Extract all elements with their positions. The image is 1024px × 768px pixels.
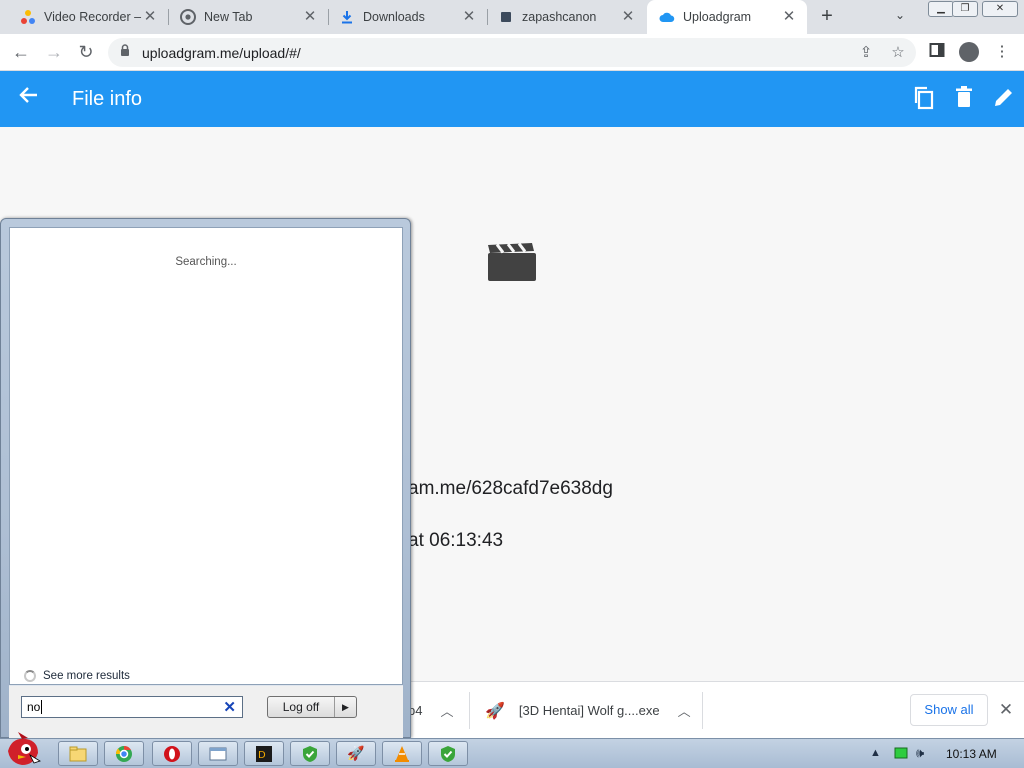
shutdown-options-arrow-icon[interactable]: ▶	[334, 697, 356, 717]
start-menu: Searching... See more results no ✕ Log o…	[0, 218, 411, 738]
page-icon	[498, 9, 514, 25]
shelf-divider	[469, 692, 470, 729]
taskbar-shield2-icon[interactable]	[428, 741, 468, 766]
address-bar[interactable]: uploadgram.me/upload/#/ ⇪ ☆	[108, 38, 916, 67]
tab-title: Uploadgram	[683, 10, 752, 24]
start-search-input[interactable]: no ✕	[21, 696, 243, 718]
reload-icon[interactable]: ↻	[74, 40, 98, 64]
svg-text:D: D	[258, 750, 266, 761]
search-results-panel: Searching... See more results	[9, 227, 403, 685]
taskbar-window-icon[interactable]	[198, 741, 238, 766]
loading-spinner-icon	[24, 670, 36, 682]
taskbar-shield-icon[interactable]	[290, 741, 330, 766]
cloud-icon	[659, 9, 675, 25]
volume-icon[interactable]: 🕪	[916, 745, 924, 761]
minimize-icon[interactable]: ▁	[928, 1, 954, 17]
rocket-file-icon: 🚀	[485, 702, 505, 720]
tab-title: zapashcanon	[522, 10, 597, 24]
see-more-label[interactable]: See more results	[43, 670, 130, 682]
restore-icon[interactable]: ❐	[952, 1, 978, 17]
search-text[interactable]: no	[27, 700, 40, 714]
tab-title: Downloads	[363, 10, 425, 24]
lock-icon[interactable]	[120, 44, 130, 60]
tab-search-chevron-icon[interactable]: ⌄	[895, 8, 905, 22]
taskbar-rocket-icon[interactable]: 🚀	[336, 741, 376, 766]
taskbar-chrome-icon[interactable]	[104, 741, 144, 766]
start-menu-bottom: no ✕ Log off ▶	[9, 686, 403, 738]
shelf-divider	[702, 692, 703, 729]
profile-avatar-icon[interactable]	[959, 42, 979, 62]
video-file-icon	[488, 242, 536, 281]
chevron-up-icon[interactable]: ︿	[440, 701, 453, 720]
url-text[interactable]: uploadgram.me/upload/#/	[142, 45, 301, 61]
menu-kebab-icon[interactable]: ⋮	[992, 42, 1012, 62]
taskbar: D 🚀 ▲ 🕪 10:13 AM	[0, 732, 1024, 768]
log-off-button[interactable]: Log off ▶	[267, 696, 357, 718]
tab-downloads[interactable]: Downloads ✕	[319, 0, 487, 34]
tab-title: New Tab	[204, 10, 253, 24]
bookmark-star-icon[interactable]: ☆	[888, 43, 908, 63]
download-icon	[339, 9, 355, 25]
page-title: File info	[72, 88, 143, 110]
share-icon[interactable]: ⇪	[856, 43, 876, 63]
edit-icon[interactable]	[991, 86, 1017, 112]
close-icon[interactable]: ✕	[461, 9, 477, 25]
network-icon[interactable]	[894, 747, 908, 762]
close-icon[interactable]: ✕	[620, 9, 636, 25]
close-icon[interactable]: ✕	[781, 9, 797, 25]
tab-new-tab[interactable]: New Tab ✕	[160, 0, 328, 34]
close-icon[interactable]: ✕	[302, 9, 318, 25]
video-recorder-icon	[20, 9, 36, 25]
taskbar-opera-icon[interactable]	[152, 741, 192, 766]
side-panel-icon[interactable]	[927, 42, 947, 62]
tab-video-recorder[interactable]: Video Recorder – ✕	[0, 0, 168, 34]
chevron-up-icon[interactable]: ︿	[678, 701, 691, 720]
log-off-label[interactable]: Log off	[268, 700, 334, 714]
show-all-button[interactable]: Show all	[910, 694, 988, 726]
searching-status: Searching...	[175, 256, 237, 268]
tab-uploadgram[interactable]: Uploadgram ✕	[647, 0, 807, 34]
back-icon[interactable]: ←	[9, 40, 33, 64]
show-hidden-icons-icon[interactable]: ▲	[870, 747, 881, 759]
tab-title: Video Recorder –	[44, 10, 142, 24]
tab-strip: Video Recorder – ✕ New Tab ✕ Downloads ✕…	[0, 0, 1024, 34]
back-arrow-icon[interactable]	[16, 85, 42, 111]
clock[interactable]: 10:13 AM	[946, 747, 997, 761]
taskbar-vlc-icon[interactable]	[382, 741, 422, 766]
close-icon[interactable]: ✕	[996, 700, 1016, 720]
delete-icon[interactable]	[951, 86, 977, 112]
download-item-name[interactable]: [3D Hentai] Wolf g....exe	[519, 703, 660, 718]
upload-date: at 06:13:43	[408, 530, 504, 551]
taskbar-dc-icon[interactable]: D	[244, 741, 284, 766]
forward-icon[interactable]: →	[42, 40, 66, 64]
download-item[interactable]: p4 ︿	[408, 682, 453, 739]
browser-toolbar: ← → ↻ uploadgram.me/upload/#/ ⇪ ☆ ⋮	[0, 34, 1024, 71]
start-orb-icon[interactable]	[4, 731, 44, 768]
window-close-icon[interactable]: ✕	[982, 1, 1018, 17]
chrome-icon	[180, 9, 196, 25]
taskbar-explorer-icon[interactable]	[58, 741, 98, 766]
see-more-results-link[interactable]: See more results	[24, 670, 130, 682]
system-tray: ▲ 🕪	[860, 739, 1024, 768]
copy-icon[interactable]	[911, 86, 937, 112]
download-item[interactable]: 🚀 [3D Hentai] Wolf g....exe ︿	[485, 682, 691, 739]
app-bar: File info	[0, 71, 1024, 127]
new-tab-icon[interactable]: +	[815, 5, 839, 29]
close-icon[interactable]: ✕	[142, 9, 158, 25]
tab-zapashcanon[interactable]: zapashcanon ✕	[478, 0, 646, 34]
clear-search-icon[interactable]: ✕	[223, 698, 236, 716]
file-link[interactable]: am.me/628cafd7e638dg	[408, 478, 613, 500]
